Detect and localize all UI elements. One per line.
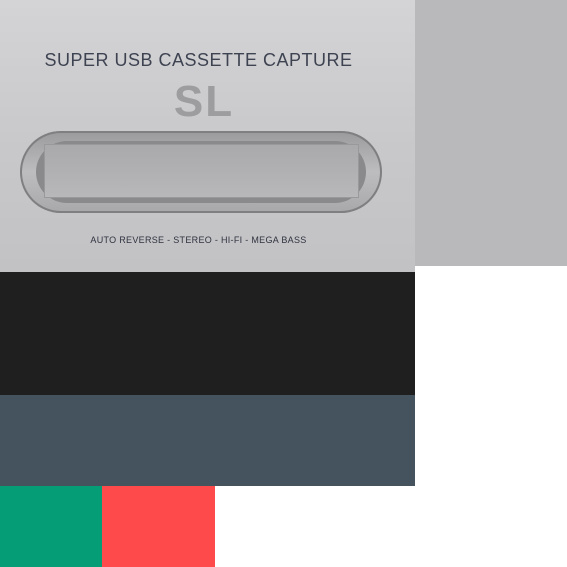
- palette-swatch-green: [0, 486, 102, 567]
- palette-band-dark: [0, 272, 415, 395]
- cassette-player-photo: SUPER USB CASSETTE CAPTURE SL AUTO REVER…: [0, 0, 415, 272]
- brand-title: SUPER USB CASSETTE CAPTURE: [44, 50, 353, 70]
- sl-logo-icon: SL: [174, 78, 234, 122]
- image-canvas: SUPER USB CASSETTE CAPTURE SL AUTO REVER…: [0, 0, 567, 567]
- cassette-window-glass: [44, 144, 359, 198]
- palette-band-slate: [0, 395, 415, 486]
- sl-logo-text: SL: [174, 78, 234, 122]
- palette-swatch-red: [102, 486, 215, 567]
- features-line: AUTO REVERSE - STEREO - HI-FI - MEGA BAS…: [90, 235, 307, 245]
- gray-side-panel: [415, 0, 567, 266]
